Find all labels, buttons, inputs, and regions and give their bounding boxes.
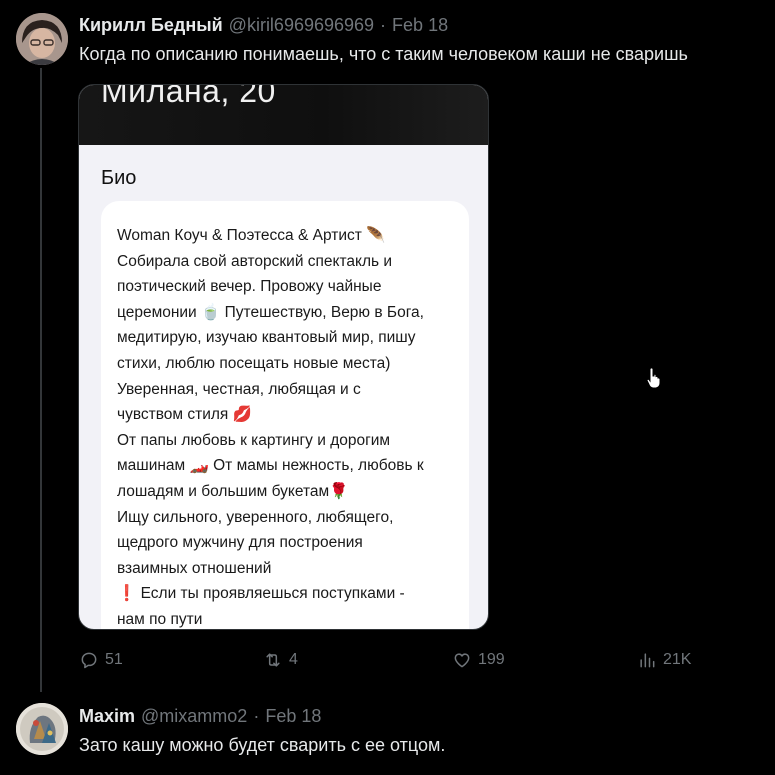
reply-count: 51 xyxy=(105,651,123,668)
thread-connector-line xyxy=(40,68,42,692)
like-count: 199 xyxy=(478,651,505,668)
bio-line: лошадям и большим букетам🌹 xyxy=(117,482,349,500)
retweet-button[interactable]: 4 xyxy=(263,650,298,670)
bio-line: медитирую, изучаю квантовый мир, пишу xyxy=(117,329,416,347)
attached-screenshot[interactable]: Милана, 20 Био Woman Коуч & Поэтесса & А… xyxy=(78,84,489,630)
views-icon xyxy=(640,653,655,668)
author-handle[interactable]: @kiril6969696969 xyxy=(229,15,374,36)
views-count: 21K xyxy=(663,651,692,668)
bio-line: щедрого мужчину для построения xyxy=(117,534,363,552)
hand-cursor-icon xyxy=(646,367,662,389)
bio-section-title: Био xyxy=(101,167,137,189)
like-button[interactable]: 199 xyxy=(452,650,505,670)
bio-line: церемонии 🍵 Путешествую, Верю в Бога, xyxy=(117,303,424,321)
bio-card: Woman Коуч & Поэтесса & Артист 🪶 Собирал… xyxy=(101,201,469,629)
bio-line: взаимных отношений xyxy=(117,559,272,577)
tweet-date[interactable]: Feb 18 xyxy=(392,15,448,36)
bio-text: Woman Коуч & Поэтесса & Артист 🪶 Собирал… xyxy=(117,223,462,629)
separator-dot: · xyxy=(380,15,387,35)
bio-line: Собирала свой авторский спектакль и xyxy=(117,252,393,270)
author-name[interactable]: Maxim xyxy=(79,706,135,727)
reply-text: Зато кашу можно будет сварить с ее отцом… xyxy=(79,735,446,755)
bio-line: Уверенная, честная, любящая и с xyxy=(117,380,361,398)
tweet-date[interactable]: Feb 18 xyxy=(265,706,321,727)
avatar[interactable] xyxy=(16,13,68,65)
author-handle[interactable]: @mixammo2 xyxy=(141,706,247,727)
bio-line: Ищу сильного, уверенного, любящего, xyxy=(117,508,394,526)
reply-icon xyxy=(81,652,97,669)
bio-line: ❗ Если ты проявляешься поступками - xyxy=(117,585,405,603)
bio-line: Woman Коуч & Поэтесса & Артист 🪶 xyxy=(117,227,386,244)
retweet-icon xyxy=(266,653,280,667)
bio-line: стихи, люблю посещать новые места) xyxy=(117,354,391,372)
tweet-header: Кирилл Бедный @kiril6969696969 · Feb 18 xyxy=(79,15,448,36)
bio-line: чувством стиля 💋 xyxy=(117,406,252,424)
author-name[interactable]: Кирилл Бедный xyxy=(79,15,223,36)
tweet-text: Когда по описанию понимаешь, что с таким… xyxy=(79,44,688,64)
separator-dot: · xyxy=(253,706,260,726)
avatar[interactable] xyxy=(16,703,68,755)
bio-line: От папы любовь к картингу и дорогим xyxy=(117,431,391,449)
tweet-header: Maxim @mixammo2 · Feb 18 xyxy=(79,706,321,727)
bio-line: поэтический вечер. Провожу чайные xyxy=(117,278,382,296)
profile-name: Милана, 20 xyxy=(101,84,276,109)
views-button[interactable]: 21K xyxy=(637,650,691,670)
bio-line: машинам 🏎️ От мамы нежность, любовь к xyxy=(117,457,424,475)
retweet-count: 4 xyxy=(289,651,298,668)
profile-header-image: Милана, 20 xyxy=(79,85,488,145)
bio-line: нам по пути xyxy=(117,610,203,628)
heart-icon xyxy=(454,653,470,668)
reply-button[interactable]: 51 xyxy=(79,650,123,670)
tweet-actions: 51 4 199 21K xyxy=(0,650,775,672)
